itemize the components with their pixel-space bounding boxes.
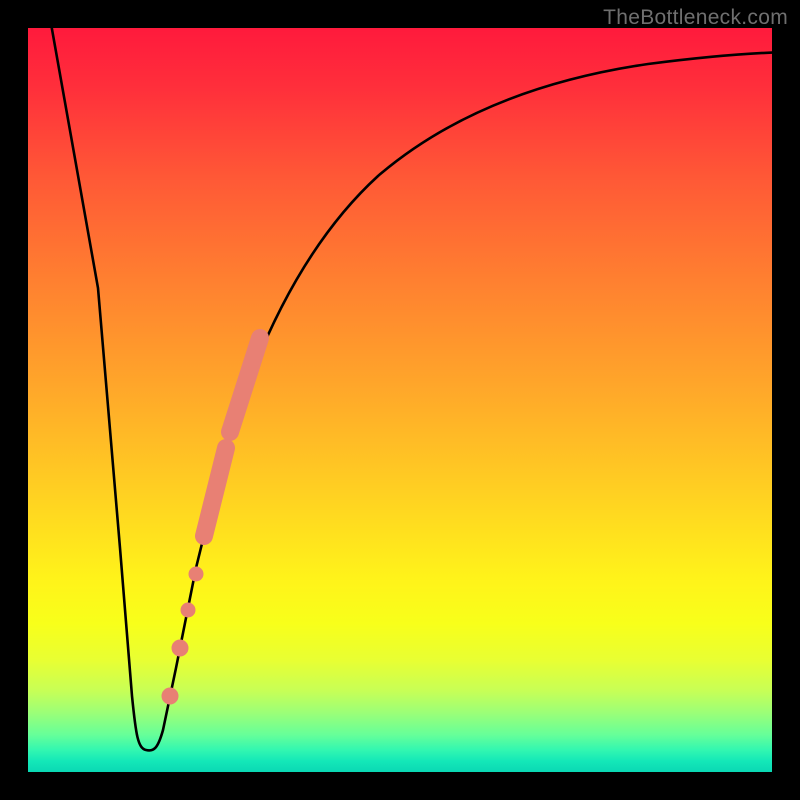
watermark-text: TheBottleneck.com [603, 6, 788, 30]
marker-dot [181, 603, 195, 617]
marker-dot [172, 640, 188, 656]
marker-group [162, 338, 260, 704]
marker-dot [189, 567, 203, 581]
marker-segment [230, 338, 260, 432]
marker-dot [162, 688, 178, 704]
marker-segment [204, 448, 226, 536]
bottleneck-curve [50, 28, 772, 750]
plot-area [28, 28, 772, 772]
chart-frame: TheBottleneck.com [0, 0, 800, 800]
curve-layer [28, 28, 772, 772]
